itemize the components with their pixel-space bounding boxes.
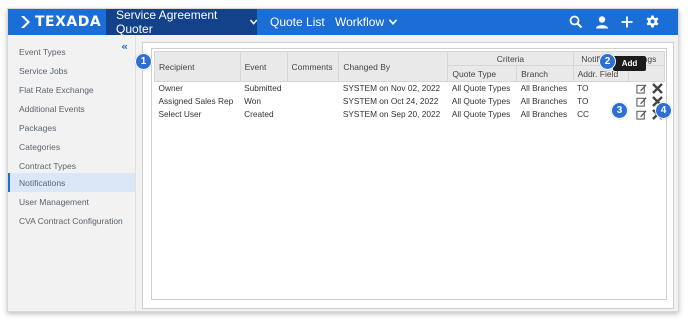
sidebar-item-label: CVA Contract Configuration [19, 215, 123, 226]
chevron-down-icon [249, 19, 257, 25]
sidebar-item-label: Packages [19, 122, 57, 133]
sidebar-item-label: Service Jobs [19, 65, 68, 76]
cell-event: Won [244, 96, 262, 106]
table-row: Select User Created SYSTEM on Sep 20, 20… [155, 108, 665, 121]
sidebar-item-label: Additional Events [19, 103, 85, 114]
col-quote-type: Quote Type [447, 65, 518, 82]
cell-changed-by: SYSTEM on Nov 02, 2022 [342, 83, 441, 94]
cell-changed-by: SYSTEM on Sep 20, 2022 [342, 109, 441, 119]
cell-addr-field: TO [577, 83, 589, 94]
callout-marker: 1 [135, 53, 152, 70]
sidebar-item-additional-events[interactable]: Additional Events [8, 99, 135, 118]
search-icon[interactable] [569, 13, 583, 31]
sidebar-item-categories[interactable]: Categories [8, 137, 135, 156]
cell-recipient: Assigned Sales Rep [158, 96, 234, 106]
col-comments: Comments [286, 51, 340, 82]
main-content: Recipient Event Comments Changed By Crit… [142, 42, 674, 309]
logo-chevron-icon [21, 16, 30, 28]
sidebar-item-label: Notifications [19, 177, 66, 188]
callout-marker: 4 [655, 102, 672, 119]
sidebar-item-user-management[interactable]: User Management [8, 192, 135, 211]
sidebar-item-flat-rate-exchange[interactable]: Flat Rate Exchange [8, 80, 135, 99]
sidebar-item-cva-contract-configuration[interactable]: CVA Contract Configuration [8, 211, 135, 230]
sidebar-item-label: User Management [19, 196, 89, 207]
col-group-criteria: Criteria [447, 51, 574, 66]
app-window: TEXADA Service Agreement Quoter Quote Li… [7, 8, 679, 312]
logo-text: TEXADA [35, 14, 102, 30]
top-nav-bar: TEXADA Service Agreement Quoter Quote Li… [8, 8, 678, 36]
cell-quote-type: All Quote Types [451, 83, 511, 94]
cell-recipient: Owner [158, 83, 183, 94]
plus-icon[interactable] [620, 13, 634, 31]
cell-quote-type: All Quote Types [451, 109, 511, 119]
nav-quote-list[interactable]: Quote List [270, 9, 325, 35]
table-row: Owner Submitted SYSTEM on Nov 02, 2022 A… [155, 82, 665, 95]
table-row: Assigned Sales Rep Won SYSTEM on Oct 24,… [155, 95, 665, 108]
edit-icon[interactable] [636, 83, 647, 94]
cell-actions [629, 82, 665, 95]
sidebar: « Event Types Service Jobs Flat Rate Exc… [8, 35, 136, 311]
sidebar-item-event-types[interactable]: Event Types [8, 42, 135, 61]
cell-comments [287, 82, 339, 95]
cell-event: Submitted [244, 83, 282, 94]
cell-changed-by: SYSTEM on Oct 24, 2022 [342, 96, 439, 106]
col-event: Event [239, 51, 288, 82]
sidebar-item-label: Flat Rate Exchange [19, 84, 94, 95]
cell-event: Created [244, 109, 274, 119]
sidebar-item-label: Event Types [19, 46, 66, 57]
user-icon[interactable] [595, 13, 609, 31]
sidebar-item-packages[interactable]: Packages [8, 118, 135, 137]
cell-quote-type: All Quote Types [451, 96, 511, 106]
cell-comments [287, 108, 339, 121]
gear-icon[interactable] [645, 13, 660, 31]
callout-marker: 3 [611, 102, 628, 119]
delete-icon[interactable] [651, 83, 663, 94]
cell-branch: All Branches [520, 83, 568, 94]
cell-recipient: Select User [158, 109, 202, 119]
sidebar-item-label: Contract Types [19, 160, 77, 171]
notifications-panel: Recipient Event Comments Changed By Crit… [151, 48, 667, 300]
cell-branch: All Branches [520, 109, 568, 119]
add-button[interactable]: Add [613, 56, 646, 71]
col-changed-by: Changed By [338, 51, 449, 82]
chevron-down-icon [389, 19, 398, 25]
sidebar-item-service-jobs[interactable]: Service Jobs [8, 61, 135, 80]
nav-active-label: Service Agreement Quoter [116, 8, 218, 36]
col-recipient: Recipient [154, 51, 241, 82]
nav-service-agreement-quoter[interactable]: Service Agreement Quoter [106, 8, 257, 36]
nav-workflow-label: Workflow [335, 15, 385, 29]
edit-icon[interactable] [636, 109, 647, 120]
notifications-table: Recipient Event Comments Changed By Crit… [154, 51, 666, 121]
logo[interactable]: TEXADA [20, 13, 101, 31]
nav-workflow[interactable]: Workflow [335, 9, 398, 35]
cell-comments [287, 95, 339, 108]
sidebar-item-label: Categories [19, 141, 61, 152]
edit-icon[interactable] [636, 96, 647, 107]
sidebar-item-notifications[interactable]: Notifications [8, 173, 135, 192]
col-branch: Branch [516, 65, 574, 82]
cell-branch: All Branches [520, 96, 568, 106]
callout-marker: 2 [599, 53, 616, 70]
nav-quote-list-label: Quote List [270, 15, 325, 29]
